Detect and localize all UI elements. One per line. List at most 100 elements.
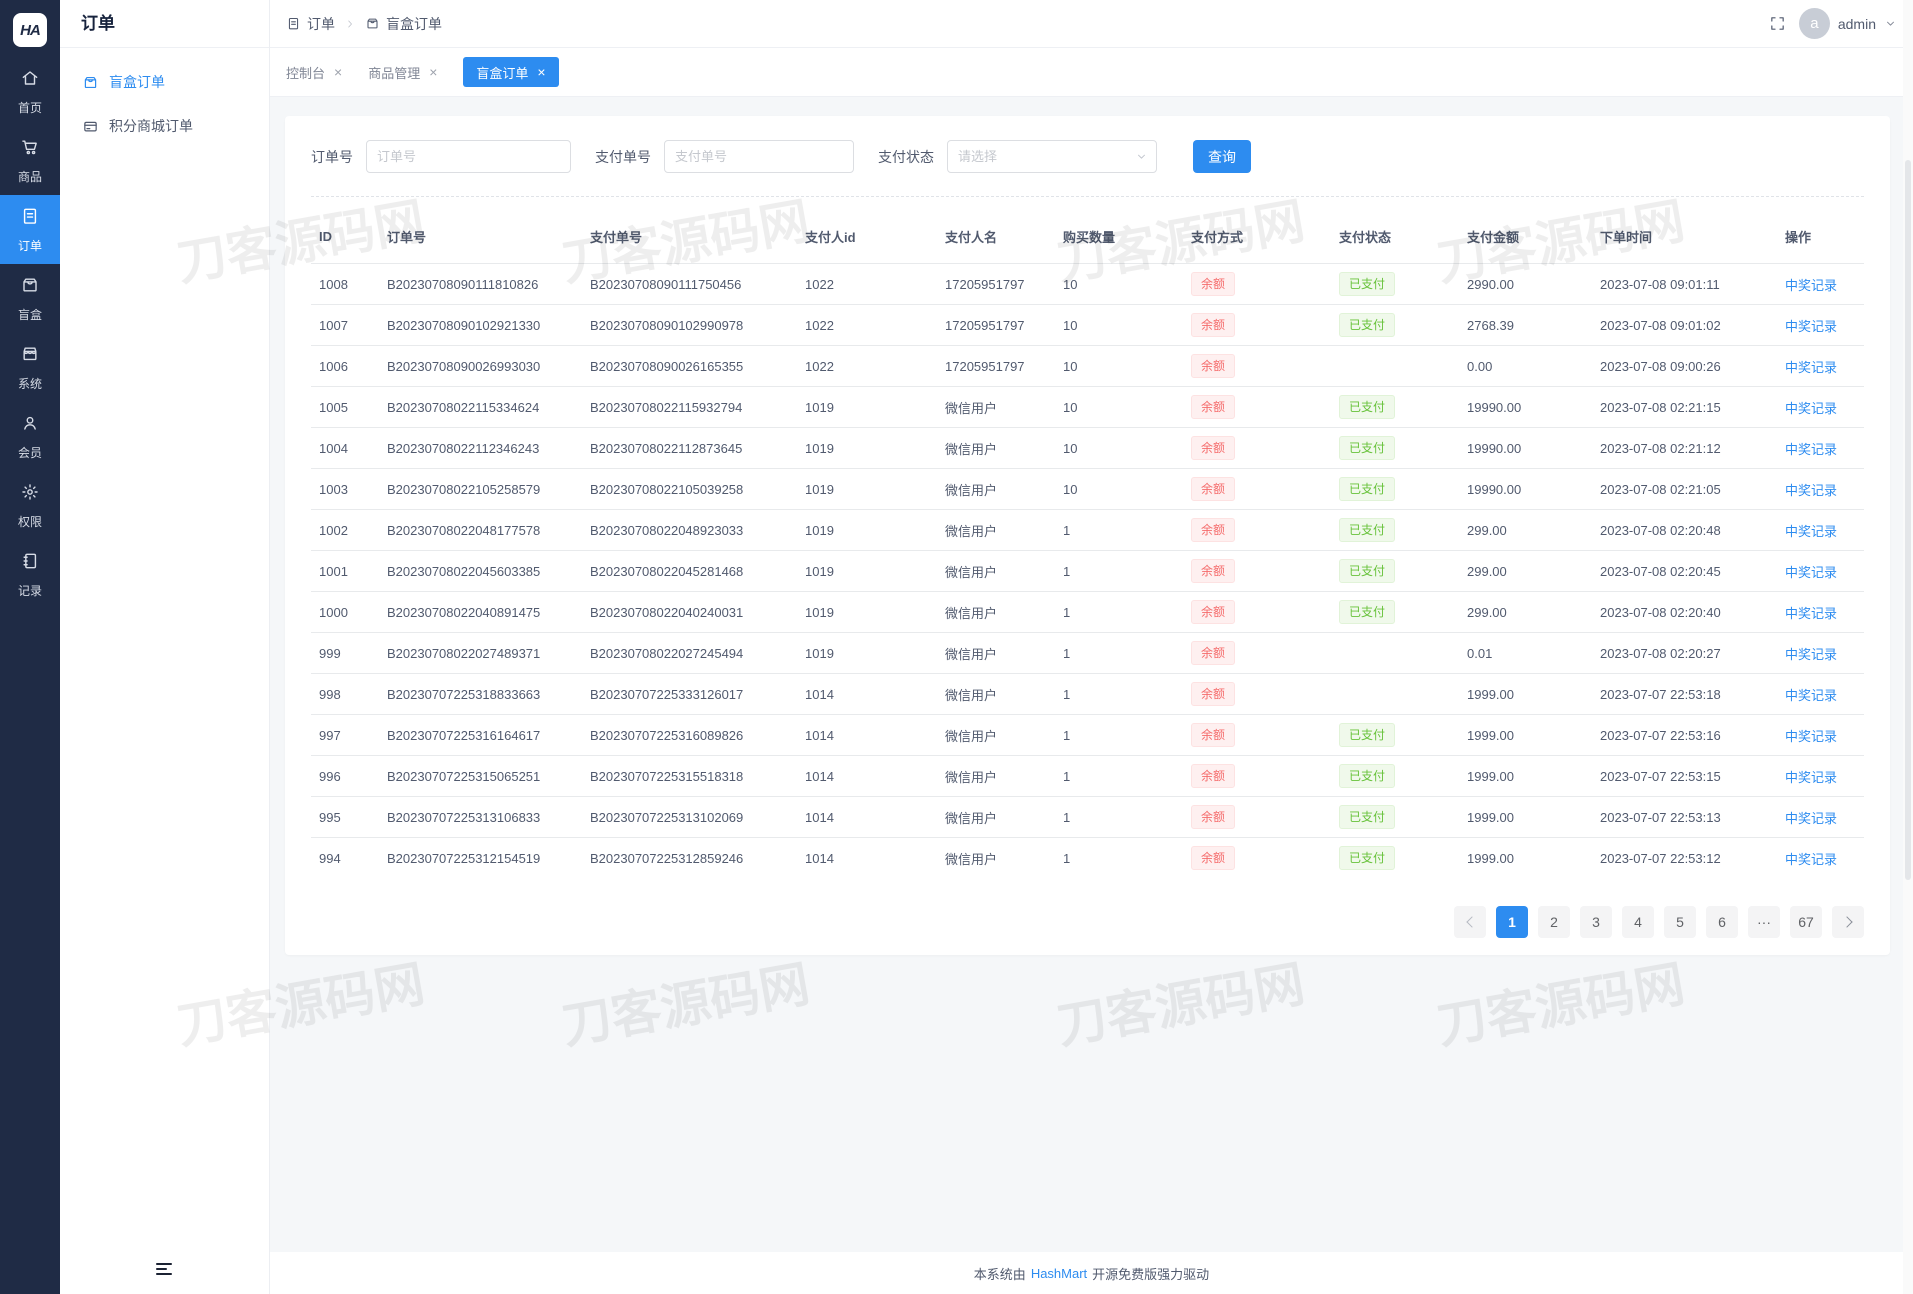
- user-icon: [20, 413, 40, 438]
- cell-payer_id: 1019: [797, 510, 937, 551]
- app-logo[interactable]: HA: [13, 13, 47, 47]
- pagination-page-6[interactable]: 6: [1706, 906, 1738, 938]
- browser-scrollbar[interactable]: [1903, 0, 1913, 1294]
- order-icon: [20, 206, 40, 231]
- cell-action: 中奖记录: [1777, 756, 1864, 797]
- pagination-page-4[interactable]: 4: [1622, 906, 1654, 938]
- prize-record-link[interactable]: 中奖记录: [1785, 811, 1837, 826]
- pay-no-input[interactable]: [664, 140, 854, 173]
- sidebar-item-blindbox[interactable]: 盲盒: [0, 264, 60, 333]
- pay-status-select[interactable]: [947, 140, 1157, 173]
- tab-close-icon[interactable]: ×: [537, 65, 545, 79]
- sidebar-item-permissions[interactable]: 权限: [0, 471, 60, 540]
- prize-record-link[interactable]: 中奖记录: [1785, 360, 1837, 375]
- cell-action: 中奖记录: [1777, 633, 1864, 674]
- cell-id: 1000: [311, 592, 379, 633]
- cell-time: 2023-07-08 09:01:02: [1592, 305, 1777, 346]
- sidebar-item-system[interactable]: 系统: [0, 333, 60, 402]
- prize-record-link[interactable]: 中奖记录: [1785, 647, 1837, 662]
- sidebar-item-label: 首页: [18, 99, 42, 116]
- prize-record-link[interactable]: 中奖记录: [1785, 565, 1837, 580]
- cell-pay_status: 已支付: [1331, 756, 1459, 797]
- prize-record-link[interactable]: 中奖记录: [1785, 688, 1837, 703]
- prize-record-link[interactable]: 中奖记录: [1785, 606, 1837, 621]
- prize-record-link[interactable]: 中奖记录: [1785, 319, 1837, 334]
- sidebar-item-label: 系统: [18, 375, 42, 392]
- tab-label: 盲盒订单: [476, 63, 528, 82]
- cell-pay_method: 余额: [1183, 346, 1331, 387]
- sidebar-item-members[interactable]: 会员: [0, 402, 60, 471]
- prize-record-link[interactable]: 中奖记录: [1785, 278, 1837, 293]
- cell-action: 中奖记录: [1777, 469, 1864, 510]
- tab-goods-manage[interactable]: 商品管理 ×: [368, 57, 437, 87]
- sidebar-item-orders[interactable]: 订单: [0, 195, 60, 264]
- cell-payer_name: 微信用户: [937, 510, 1055, 551]
- pagination-page-3[interactable]: 3: [1580, 906, 1612, 938]
- breadcrumb-item[interactable]: 订单: [286, 14, 335, 34]
- cell-quantity: 10: [1055, 346, 1183, 387]
- cell-pay_status: [1331, 346, 1459, 387]
- cell-pay_status: 已支付: [1331, 387, 1459, 428]
- cell-pay_method: 余额: [1183, 387, 1331, 428]
- username: admin: [1838, 16, 1876, 32]
- cell-id: 995: [311, 797, 379, 838]
- tab-close-icon[interactable]: ×: [429, 65, 437, 79]
- fullscreen-icon[interactable]: [1769, 15, 1786, 32]
- pagination-page-2[interactable]: 2: [1538, 906, 1570, 938]
- footer-brand-link[interactable]: HashMart: [1031, 1266, 1087, 1281]
- table-row: 994B20230707225312154519B202307072253128…: [311, 838, 1864, 879]
- pagination-page-5[interactable]: 5: [1664, 906, 1696, 938]
- column-header-action: 操作: [1777, 197, 1864, 264]
- order-no-label: 订单号: [311, 147, 353, 167]
- cell-amount: 1999.00: [1459, 838, 1592, 879]
- cell-payer_id: 1022: [797, 264, 937, 305]
- prize-record-link[interactable]: 中奖记录: [1785, 729, 1837, 744]
- pay-status-select-input[interactable]: [947, 140, 1157, 173]
- table-row: 999B20230708022027489371B202307080220272…: [311, 633, 1864, 674]
- pagination-page-1[interactable]: 1: [1496, 906, 1528, 938]
- sidebar-item-goods[interactable]: 商品: [0, 126, 60, 195]
- prize-record-link[interactable]: 中奖记录: [1785, 770, 1837, 785]
- tab-console[interactable]: 控制台 ×: [286, 57, 342, 87]
- prize-record-link[interactable]: 中奖记录: [1785, 524, 1837, 539]
- cell-pay_method: 余额: [1183, 674, 1331, 715]
- pagination-ellipsis[interactable]: ···: [1748, 906, 1780, 938]
- breadcrumb-item[interactable]: 盲盒订单: [365, 14, 442, 34]
- prize-record-link[interactable]: 中奖记录: [1785, 401, 1837, 416]
- cell-action: 中奖记录: [1777, 797, 1864, 838]
- pay-status-badge: 已支付: [1339, 600, 1395, 624]
- order-no-input[interactable]: [366, 140, 571, 173]
- breadcrumb-label: 订单: [307, 14, 335, 34]
- prize-record-link[interactable]: 中奖记录: [1785, 852, 1837, 867]
- cell-time: 2023-07-08 02:20:48: [1592, 510, 1777, 551]
- subnav-item-blindbox-orders[interactable]: 盲盒订单: [60, 60, 269, 104]
- sidebar-collapse-button[interactable]: [152, 1256, 178, 1282]
- cell-pay_no: B20230708090111750456: [582, 264, 797, 305]
- sidebar-item-records[interactable]: 记录: [0, 540, 60, 609]
- cell-payer_name: 微信用户: [937, 838, 1055, 879]
- tab-blindbox-orders[interactable]: 盲盒订单 ×: [463, 57, 558, 87]
- pagination-next-button[interactable]: [1832, 906, 1864, 938]
- cell-quantity: 1: [1055, 838, 1183, 879]
- icon-nav: 首页 商品 订单 盲盒 系统 会员 权限 记录: [0, 57, 60, 609]
- search-button[interactable]: 查询: [1193, 140, 1251, 173]
- prize-record-link[interactable]: 中奖记录: [1785, 442, 1837, 457]
- pay-status-badge: 已支付: [1339, 272, 1395, 296]
- tab-close-icon[interactable]: ×: [334, 65, 342, 79]
- sidebar-item-home[interactable]: 首页: [0, 57, 60, 126]
- topbar: 订单 盲盒订单 a admin: [270, 0, 1913, 48]
- table-row: 1006B20230708090026993030B20230708090026…: [311, 346, 1864, 387]
- cell-payer_id: 1014: [797, 715, 937, 756]
- user-menu[interactable]: a admin: [1799, 8, 1897, 39]
- scrollbar-thumb[interactable]: [1905, 160, 1911, 880]
- subnav-item-points-mall-orders[interactable]: 积分商城订单: [60, 104, 269, 148]
- app-root: HA 首页 商品 订单 盲盒 系统 会员 权限 记录 订单: [0, 0, 1913, 1294]
- table-row: 995B20230707225313106833B202307072253131…: [311, 797, 1864, 838]
- table-row: 1008B20230708090111810826B20230708090111…: [311, 264, 1864, 305]
- card-icon: [82, 118, 99, 135]
- cell-pay_no: B20230707225312859246: [582, 838, 797, 879]
- pagination-page-67[interactable]: 67: [1790, 906, 1822, 938]
- filter-pay-status: 支付状态: [878, 140, 1157, 173]
- prize-record-link[interactable]: 中奖记录: [1785, 483, 1837, 498]
- pagination-prev-button[interactable]: [1454, 906, 1486, 938]
